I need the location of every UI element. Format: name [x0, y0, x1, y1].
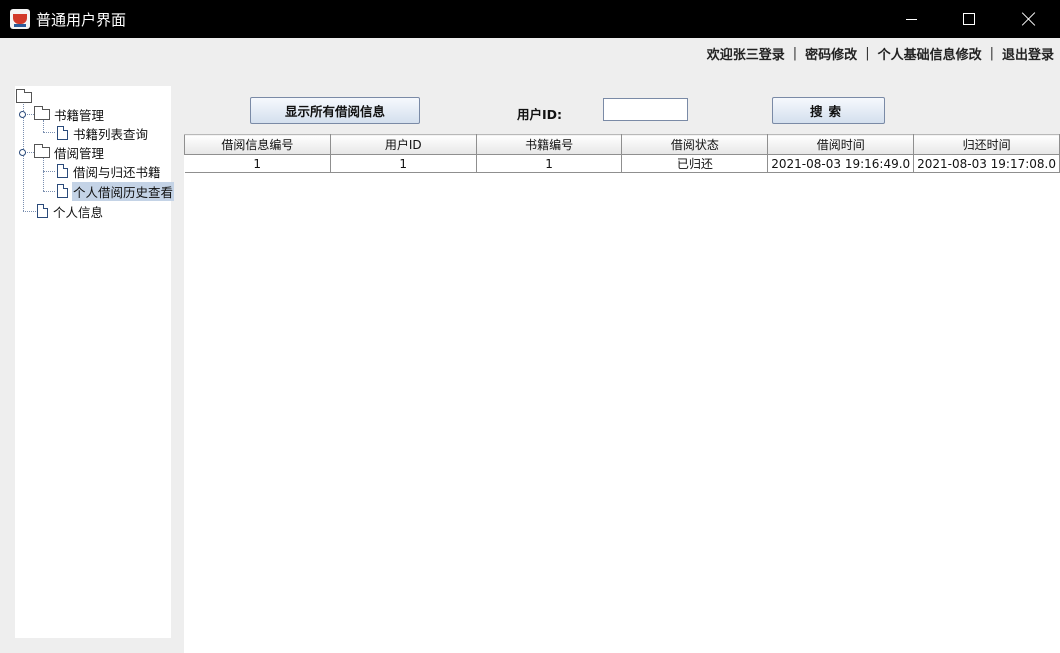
search-button[interactable]: 搜索 [772, 97, 885, 124]
tree-label: 书籍列表查询 [73, 126, 149, 142]
nav-separator: | [792, 46, 798, 61]
show-all-borrow-button[interactable]: 显示所有借阅信息 [250, 97, 420, 124]
minimize-button[interactable] [886, 0, 936, 38]
expand-toggle-icon[interactable] [19, 110, 26, 118]
navigation-tree: 书籍管理 书籍列表查询 借阅管理 借阅与归还书籍 个人借阅历史查看 个人信息 [15, 86, 175, 638]
column-header[interactable]: 归还时间 [913, 134, 1060, 155]
java-coffee-icon [10, 9, 30, 29]
expand-toggle-icon[interactable] [19, 148, 26, 156]
top-nav: 欢迎张三登录 | 密码修改 | 个人基础信息修改 | 退出登录 [707, 44, 1054, 63]
nav-separator: | [865, 46, 870, 61]
tree-connector [43, 158, 44, 191]
file-icon [37, 204, 48, 218]
column-header[interactable]: 用户ID [329, 134, 477, 155]
change-password-link[interactable]: 密码修改 [805, 44, 857, 63]
folder-icon [34, 105, 50, 120]
window-title: 普通用户界面 [36, 11, 127, 29]
table-cell[interactable]: 1 [330, 154, 477, 173]
tree-node-personal-info[interactable]: 个人信息 [37, 202, 103, 220]
edit-profile-link[interactable]: 个人基础信息修改 [878, 44, 982, 63]
tree-connector [23, 211, 36, 212]
table-cell[interactable]: 已归还 [621, 154, 769, 173]
tree-label: 借阅与归还书籍 [73, 164, 161, 180]
tree-label: 借阅管理 [54, 145, 105, 161]
nav-separator: | [989, 46, 994, 61]
title-bar: 普通用户界面 [0, 0, 1060, 38]
close-icon [1022, 12, 1036, 26]
tree-root[interactable] [16, 88, 32, 106]
tree-label: 个人信息 [53, 204, 104, 220]
file-icon [57, 164, 68, 178]
tree-node-borrow-management[interactable]: 借阅管理 [19, 143, 104, 161]
maximize-icon [963, 13, 975, 25]
tree-node-book-management[interactable]: 书籍管理 [19, 105, 104, 123]
column-header[interactable]: 借阅信息编号 [184, 134, 331, 155]
welcome-link[interactable]: 欢迎张三登录 [707, 44, 785, 63]
tree-connector [43, 191, 55, 192]
column-header[interactable]: 借阅状态 [621, 134, 769, 155]
tree-label: 书籍管理 [54, 107, 105, 123]
column-header[interactable]: 借阅时间 [767, 134, 915, 155]
table-row[interactable]: 1 1 1 已归还 2021-08-03 19:16:49.0 2021-08-… [184, 154, 1060, 173]
userid-label: 用户ID: [517, 107, 563, 122]
root-folder-icon [16, 88, 32, 103]
column-header[interactable]: 书籍编号 [475, 134, 623, 155]
logout-link[interactable]: 退出登录 [1002, 44, 1054, 63]
table-cell[interactable]: 2021-08-03 19:16:49.0 [767, 154, 915, 173]
file-icon [57, 126, 68, 140]
folder-icon [34, 143, 50, 158]
tree-connector [43, 132, 55, 133]
tree-node-borrow-history[interactable]: 个人借阅历史查看 [57, 181, 175, 201]
userid-input[interactable] [603, 98, 688, 121]
tree-node-book-list[interactable]: 书籍列表查询 [57, 124, 148, 142]
table-cell[interactable]: 1 [476, 154, 623, 173]
tree-connector [43, 171, 55, 172]
borrow-history-table: 借阅信息编号 用户ID 书籍编号 借阅状态 借阅时间 归还时间 1 1 1 已归… [184, 134, 1060, 653]
table-cell[interactable]: 2021-08-03 19:17:08.0 [913, 154, 1060, 173]
maximize-button[interactable] [944, 0, 994, 38]
table-cell[interactable]: 1 [184, 154, 331, 173]
minimize-icon [905, 18, 917, 20]
tree-node-borrow-return[interactable]: 借阅与归还书籍 [57, 162, 161, 180]
close-button[interactable] [1004, 0, 1054, 38]
file-icon [57, 184, 68, 198]
tree-label-selected: 个人借阅历史查看 [72, 181, 175, 201]
table-header-row: 借阅信息编号 用户ID 书籍编号 借阅状态 借阅时间 归还时间 [184, 134, 1060, 155]
